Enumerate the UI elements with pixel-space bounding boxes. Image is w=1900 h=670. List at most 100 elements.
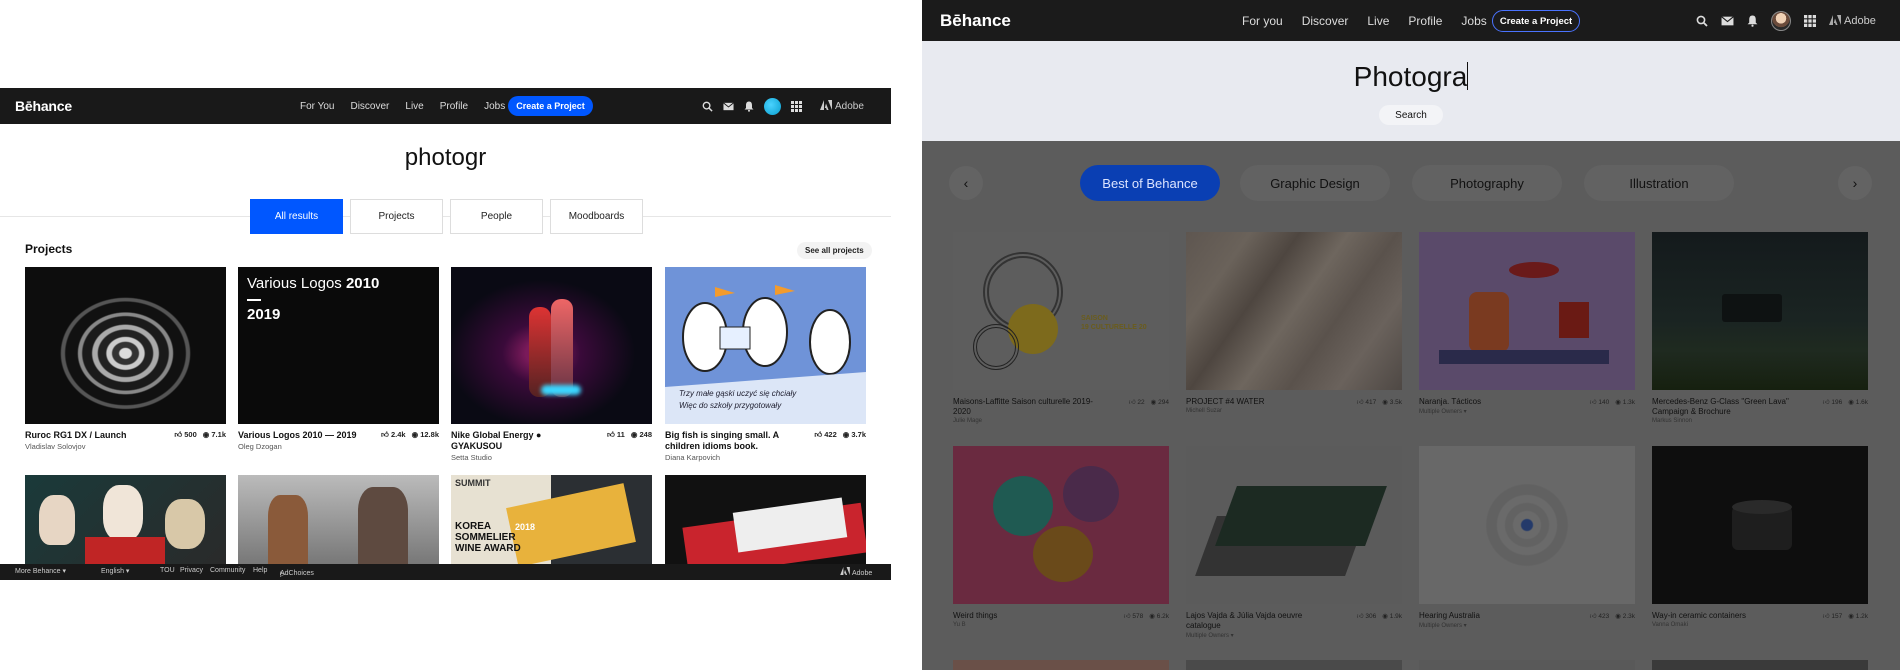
nav-live[interactable]: Live: [1367, 14, 1389, 28]
project-card[interactable]: SAISON 19 CULTURELLE 20 Maisons-Laffitte …: [953, 232, 1169, 424]
project-thumbnail[interactable]: [1419, 446, 1635, 604]
search-query-text[interactable]: photogr: [0, 144, 891, 172]
project-card[interactable]: Nike Global Energy ● GYAKUSOU Setta Stud…: [451, 267, 652, 462]
tab-projects[interactable]: Projects: [350, 199, 443, 234]
apps-grid-icon[interactable]: [791, 100, 802, 112]
nav-jobs[interactable]: Jobs: [1461, 14, 1486, 28]
project-title[interactable]: Mercedes-Benz G-Class "Green Lava" Campa…: [1652, 397, 1792, 417]
tab-all-results[interactable]: All results: [250, 199, 343, 234]
project-owner[interactable]: Multiple Owners ▾: [1186, 632, 1402, 639]
nav-profile[interactable]: Profile: [440, 101, 468, 112]
nav-profile[interactable]: Profile: [1408, 14, 1442, 28]
more-behance-menu[interactable]: More Behance ▾: [15, 567, 66, 575]
project-thumbnail[interactable]: [25, 475, 226, 565]
project-owner[interactable]: Yu B: [953, 622, 1169, 628]
project-card[interactable]: Mercedes-Benz G-Class "Green Lava" Campa…: [1652, 232, 1868, 424]
user-avatar[interactable]: [764, 97, 781, 115]
chevron-right-icon[interactable]: ›: [1838, 166, 1872, 200]
project-thumbnail[interactable]: [1419, 660, 1635, 670]
language-selector[interactable]: English ▾: [101, 567, 129, 575]
mail-icon[interactable]: [723, 101, 734, 111]
project-thumbnail[interactable]: [25, 267, 226, 424]
project-owner[interactable]: Setta Studio: [451, 453, 652, 462]
project-owner[interactable]: Julie Mage: [953, 418, 1169, 424]
project-title[interactable]: Hearing Australia: [1419, 611, 1559, 621]
project-card[interactable]: Various Logos 2010 2019 Various Logos 20…: [238, 267, 439, 451]
project-title[interactable]: Naranja. Tácticos: [1419, 397, 1559, 407]
project-thumbnail[interactable]: [238, 475, 439, 565]
search-icon[interactable]: [702, 101, 713, 112]
project-card[interactable]: PROJECT #4 WATER Michell Suzar 👍︎ 417 ◉ …: [1186, 232, 1402, 414]
project-title[interactable]: Big fish is singing small. A children id…: [665, 430, 795, 452]
project-card[interactable]: Weird things Yu B 👍︎ 578 ◉ 6.2k: [953, 446, 1169, 628]
footer-link-tou[interactable]: TOU: [160, 567, 175, 574]
create-project-button[interactable]: Create a Project: [508, 96, 593, 116]
project-card[interactable]: Hearing Australia Multiple Owners ▾ 👍︎ 4…: [1419, 446, 1635, 629]
project-thumbnail[interactable]: SAISON 19 CULTURELLE 20: [953, 232, 1169, 390]
footer-link-help[interactable]: Help: [253, 567, 267, 574]
project-owner[interactable]: Multiple Owners ▾: [1419, 622, 1635, 629]
project-title[interactable]: PROJECT #4 WATER: [1186, 397, 1326, 407]
project-thumbnail[interactable]: [1186, 660, 1402, 670]
apps-grid-icon[interactable]: [1804, 14, 1816, 27]
project-card[interactable]: Naranja. Tácticos Multiple Owners ▾ 👍︎ 1…: [1419, 232, 1635, 415]
project-title[interactable]: Maisons-Laffitte Saison culturelle 2019-…: [953, 397, 1093, 417]
project-title[interactable]: Weird things: [953, 611, 1093, 621]
project-owner[interactable]: Michell Suzar: [1186, 408, 1402, 414]
nav-jobs[interactable]: Jobs: [484, 101, 505, 112]
project-owner[interactable]: Markus Sinnon: [1652, 418, 1868, 424]
project-thumbnail[interactable]: Various Logos 2010 2019: [238, 267, 439, 424]
project-owner[interactable]: Multiple Owners ▾: [1419, 408, 1635, 415]
category-illustration[interactable]: Illustration: [1584, 165, 1734, 201]
project-thumbnail[interactable]: [1652, 446, 1868, 604]
project-card[interactable]: Ruroc RG1 DX / Launch Vladislav Solovjov…: [25, 267, 226, 451]
bell-icon[interactable]: [744, 101, 754, 112]
adobe-link[interactable]: Adobe: [1829, 14, 1876, 27]
create-project-button[interactable]: Create a Project: [1492, 10, 1580, 32]
tab-moodboards[interactable]: Moodboards: [550, 199, 643, 234]
project-card[interactable]: Lajos Vajda & Júlia Vajda oeuvre catalog…: [1186, 446, 1402, 639]
category-graphic-design[interactable]: Graphic Design: [1240, 165, 1390, 201]
project-thumbnail[interactable]: Trzy małe gąski uczyć się chciały Więc d…: [665, 267, 866, 424]
project-owner[interactable]: Diana Karpovich: [665, 453, 866, 462]
category-photography[interactable]: Photography: [1412, 165, 1562, 201]
search-button[interactable]: Search: [1379, 105, 1443, 125]
nav-discover[interactable]: Discover: [1302, 14, 1349, 28]
mail-icon[interactable]: [1721, 15, 1734, 26]
project-thumbnail[interactable]: [1186, 446, 1402, 604]
project-title[interactable]: Way-in ceramic containers: [1652, 611, 1792, 621]
nav-discover[interactable]: Discover: [350, 101, 389, 112]
project-owner[interactable]: Vanna Omaki: [1652, 622, 1868, 628]
see-all-projects-button[interactable]: See all projects: [797, 242, 872, 259]
search-icon[interactable]: [1696, 15, 1708, 27]
project-card[interactable]: SUMMIT KOREA SOMMELIER WINE AWARD 2018: [451, 475, 652, 565]
project-card[interactable]: [25, 475, 226, 565]
project-thumbnail[interactable]: [953, 446, 1169, 604]
project-owner[interactable]: Oleg Dzogan: [238, 442, 439, 451]
project-title[interactable]: Various Logos 2010 — 2019: [238, 430, 368, 441]
project-owner[interactable]: Vladislav Solovjov: [25, 442, 226, 451]
footer-link-privacy[interactable]: Privacy: [180, 567, 203, 574]
project-title[interactable]: Ruroc RG1 DX / Launch: [25, 430, 155, 441]
behance-logo[interactable]: Bēhance: [940, 11, 1011, 31]
footer-adobe[interactable]: Adobe: [840, 567, 872, 577]
nav-for-you[interactable]: For You: [300, 101, 334, 112]
project-thumbnail[interactable]: SUMMIT KOREA SOMMELIER WINE AWARD 2018: [451, 475, 652, 565]
project-thumbnail[interactable]: [1652, 660, 1868, 670]
project-thumbnail[interactable]: [451, 267, 652, 424]
nav-for-you[interactable]: For you: [1242, 14, 1283, 28]
user-avatar[interactable]: [1771, 10, 1791, 31]
project-thumbnail[interactable]: [1419, 232, 1635, 390]
project-thumbnail[interactable]: [1652, 232, 1868, 390]
search-input[interactable]: Photogra: [922, 61, 1900, 93]
nav-live[interactable]: Live: [405, 101, 423, 112]
project-card[interactable]: Way-in ceramic containers Vanna Omaki 👍︎…: [1652, 446, 1868, 628]
adobe-link[interactable]: Adobe: [820, 100, 864, 112]
project-thumbnail[interactable]: [953, 660, 1169, 670]
tab-people[interactable]: People: [450, 199, 543, 234]
footer-link-community[interactable]: Community: [210, 567, 245, 574]
project-thumbnail[interactable]: [665, 475, 866, 565]
project-title[interactable]: Lajos Vajda & Júlia Vajda oeuvre catalog…: [1186, 611, 1326, 631]
category-best-of-behance[interactable]: Best of Behance: [1080, 165, 1220, 201]
project-thumbnail[interactable]: [1186, 232, 1402, 390]
